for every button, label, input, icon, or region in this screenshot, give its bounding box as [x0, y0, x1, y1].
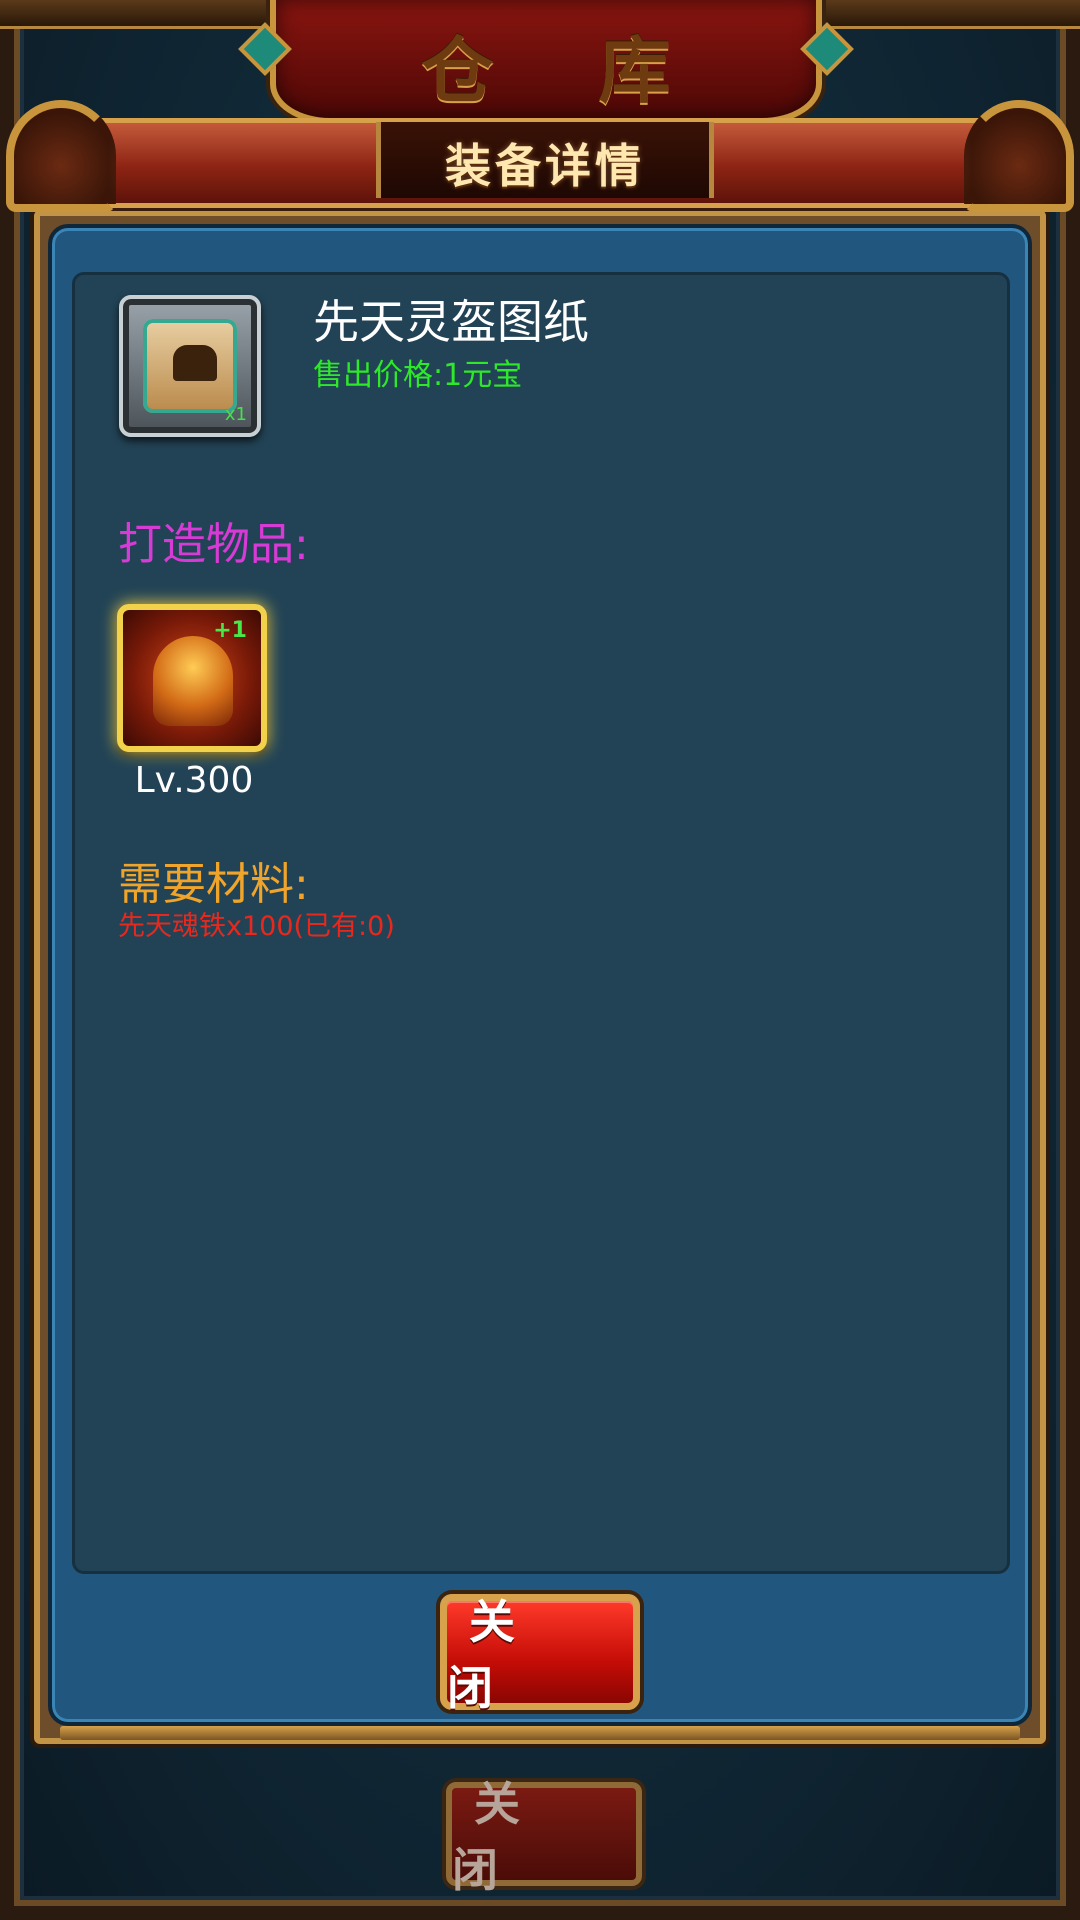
- craft-item-label: 打造物品:: [118, 519, 309, 570]
- close-button[interactable]: 关 闭: [440, 1594, 640, 1715]
- close-button-label: 关 闭: [447, 1595, 537, 1715]
- dialog-title: 装备详情: [445, 139, 645, 193]
- sell-price: 售出价格:1元宝: [313, 358, 523, 393]
- item-count: x1: [224, 404, 247, 425]
- material-requirement: 先天魂铁x100(已有:0): [118, 911, 395, 942]
- warehouse-close-button[interactable]: 关 闭: [446, 1777, 642, 1897]
- header-ornament-right: [964, 100, 1074, 212]
- helmet-icon: [153, 636, 233, 726]
- warehouse-close-label: 关 闭: [452, 1777, 542, 1897]
- crafted-helmet-slot[interactable]: +1: [117, 604, 267, 752]
- header-title-plate: 装备详情: [376, 122, 714, 198]
- enhance-badge: +1: [213, 618, 247, 643]
- crafted-item-level: Lv.300: [134, 760, 254, 801]
- item-name: 先天灵盔图纸: [313, 295, 589, 349]
- dialog-bottom-trim: [60, 1726, 1020, 1740]
- dialog-header: 装备详情: [6, 100, 1074, 212]
- materials-label: 需要材料:: [118, 859, 309, 910]
- header-ornament-left: [6, 100, 116, 212]
- scroll-blueprint-icon: [143, 319, 237, 413]
- blueprint-item-slot[interactable]: x1: [119, 295, 261, 437]
